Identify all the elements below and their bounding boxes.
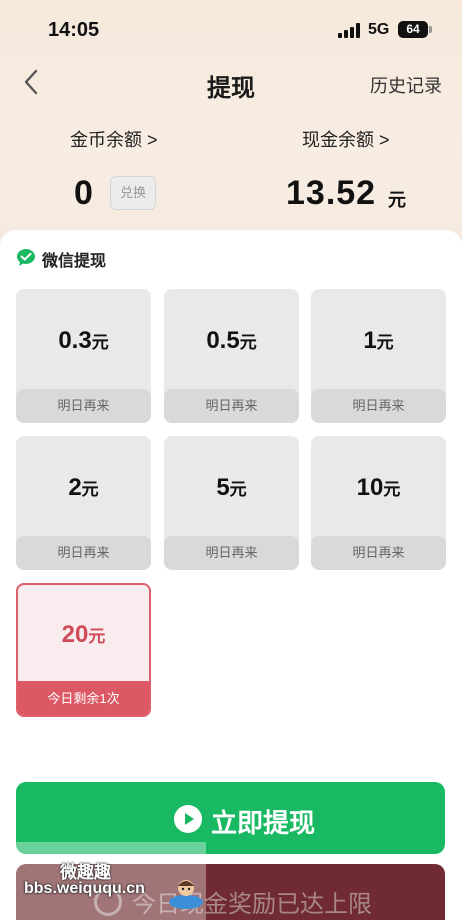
- exchange-button[interactable]: 兑换: [110, 176, 156, 210]
- play-icon: [174, 805, 202, 833]
- watermark-url: bbs.weiququ.cn: [24, 880, 145, 897]
- cash-balance-link[interactable]: 现金余额 >: [302, 126, 390, 152]
- amount-status: 明日再来: [164, 389, 299, 423]
- amount-remaining-badge: 今日剩余1次: [18, 681, 149, 715]
- cash-balance-value: 13.52: [286, 174, 377, 212]
- amount-value: 2元: [68, 474, 99, 501]
- history-link[interactable]: 历史记录: [370, 72, 442, 98]
- amount-status: 明日再来: [311, 389, 446, 423]
- wechat-check-icon: [17, 249, 35, 266]
- amount-option-1[interactable]: 1元 明日再来: [311, 289, 446, 423]
- battery-icon: 64: [398, 21, 428, 38]
- amount-option-5[interactable]: 5元 明日再来: [164, 436, 299, 570]
- nav-bar: 提现 历史记录: [0, 58, 462, 108]
- amount-option-2[interactable]: 2元 明日再来: [16, 436, 151, 570]
- coin-balance-link[interactable]: 金币余额 >: [70, 126, 158, 152]
- status-bar: 14:05 5G 64: [0, 0, 462, 58]
- amount-value: 0.5元: [206, 327, 257, 354]
- wechat-withdraw-title: 微信提现: [42, 253, 107, 270]
- amount-option-20-selected[interactable]: 20元 今日剩余1次: [16, 583, 151, 717]
- signal-icon: [338, 23, 360, 38]
- amount-value: 10元: [356, 474, 401, 501]
- status-time: 14:05: [48, 19, 100, 41]
- amount-value: 20元: [61, 621, 106, 648]
- amount-status: 明日再来: [311, 536, 446, 570]
- site-watermark: 微趣趣 bbs.weiququ.cn: [16, 842, 206, 920]
- amount-option-10[interactable]: 10元 明日再来: [311, 436, 446, 570]
- withdraw-now-label: 立即提现: [211, 808, 316, 838]
- amount-status: 明日再来: [164, 536, 299, 570]
- amount-status: 明日再来: [16, 389, 151, 423]
- amount-value: 0.3元: [58, 327, 109, 354]
- network-type: 5G: [368, 21, 390, 38]
- amount-status: 明日再来: [16, 536, 151, 570]
- cash-balance-unit: 元: [388, 190, 406, 210]
- amount-value: 5元: [216, 474, 247, 501]
- battery-tip: [429, 26, 432, 33]
- amount-option-0.3[interactable]: 0.3元 明日再来: [16, 289, 151, 423]
- amount-value: 1元: [363, 327, 394, 354]
- coin-balance-value: 0: [74, 174, 93, 212]
- amount-option-0.5[interactable]: 0.5元 明日再来: [164, 289, 299, 423]
- mascot-icon: [169, 880, 203, 909]
